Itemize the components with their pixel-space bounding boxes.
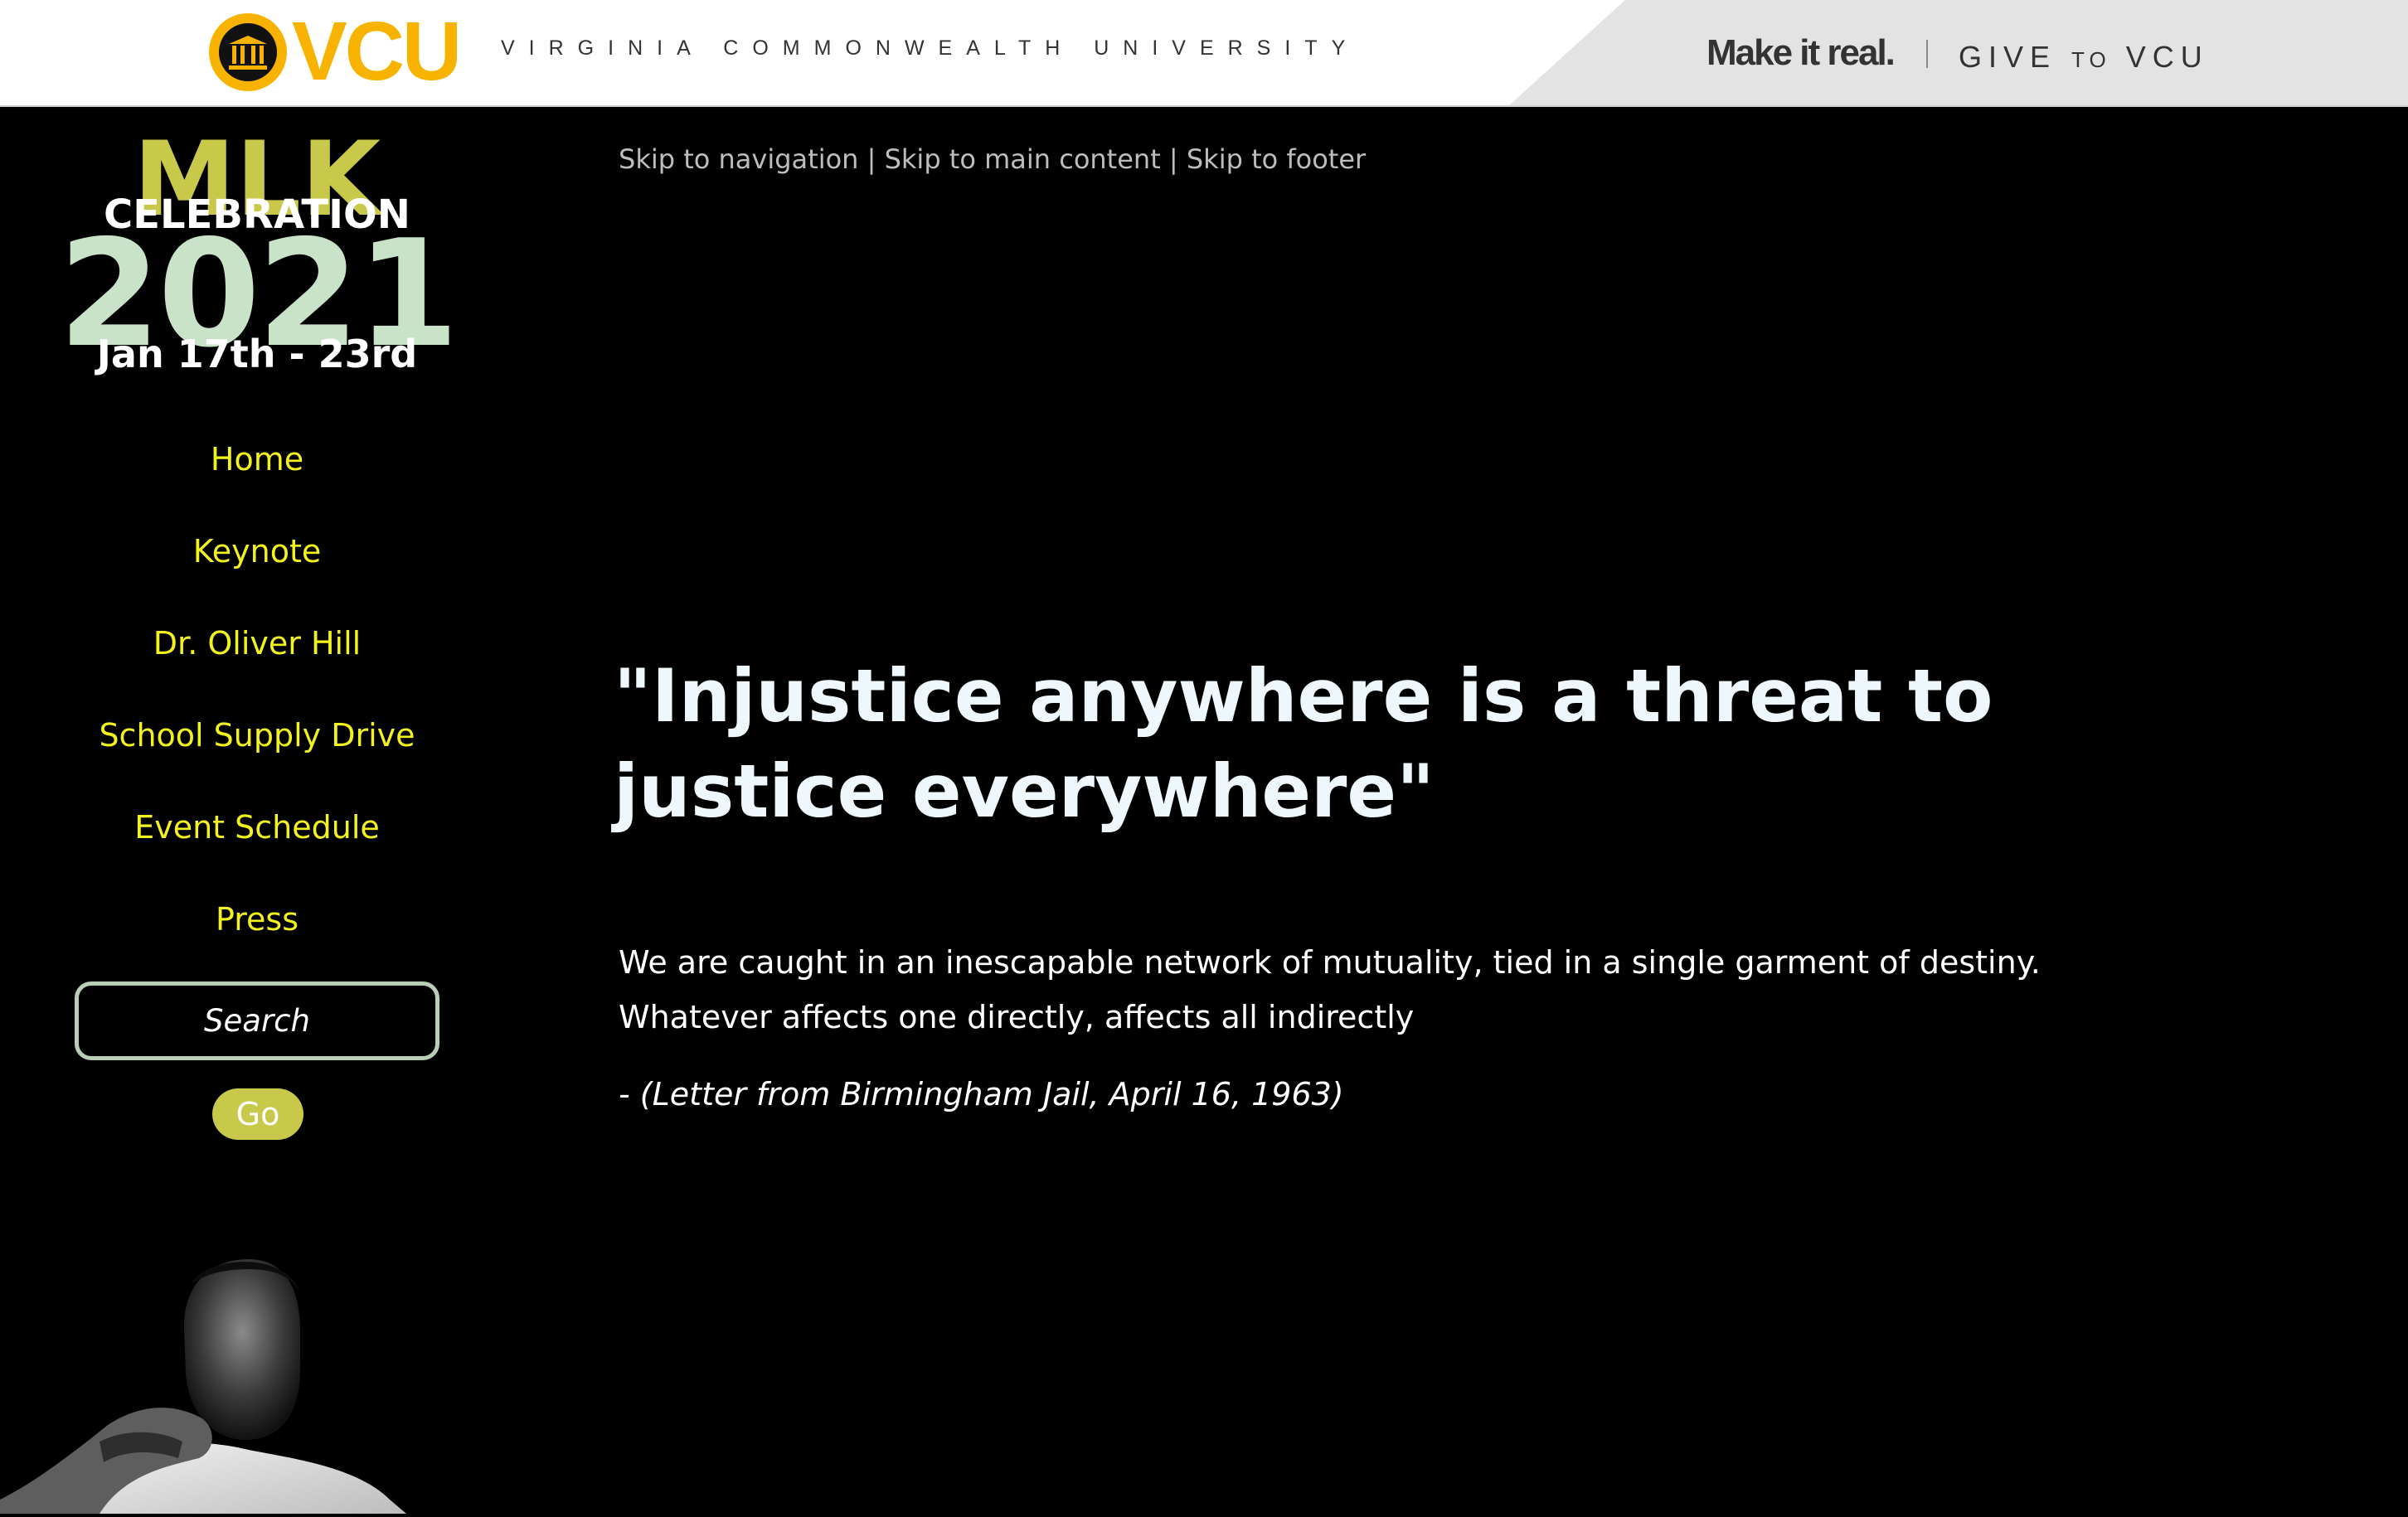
search-input[interactable] xyxy=(90,991,425,1051)
skip-to-navigation-link[interactable]: Skip to navigation xyxy=(619,143,858,175)
vcu-brand-bar: VCU VIRGINIA COMMONWEALTH UNIVERSITY Mak… xyxy=(0,0,2408,107)
skip-links: Skip to navigation | Skip to main conten… xyxy=(619,143,1366,175)
mlk-celebration-logo[interactable]: MLK 2021 CELEBRATION Jan 17th - 23rd xyxy=(0,107,514,389)
quote-body: We are caught in an inescapable network … xyxy=(619,944,2041,1035)
university-name: VIRGINIA COMMONWEALTH UNIVERSITY xyxy=(501,36,1360,60)
logo-celebration-text: CELEBRATION xyxy=(104,191,410,238)
quote-heading: "Injustice anywhere is a threat to justi… xyxy=(614,653,1993,834)
skip-separator: | xyxy=(1160,143,1187,175)
nav-item-oliver-hill[interactable]: Dr. Oliver Hill xyxy=(0,598,514,690)
skip-to-footer-link[interactable]: Skip to footer xyxy=(1187,143,1366,175)
sidebar-nav: Home Keynote Dr. Oliver Hill School Supp… xyxy=(0,414,514,966)
search-box xyxy=(75,981,439,1060)
nav-item-press[interactable]: Press xyxy=(0,874,514,966)
quote-source: - (Letter from Birmingham Jail, April 16… xyxy=(619,1076,1344,1112)
nav-item-school-supply-drive[interactable]: School Supply Drive xyxy=(0,690,514,782)
skip-separator: | xyxy=(858,143,885,175)
give-to-vcu-link[interactable]: GIVE TO VCU xyxy=(1959,40,2209,75)
skip-to-main-content-link[interactable]: Skip to main content xyxy=(885,143,1161,175)
nav-item-event-schedule[interactable]: Event Schedule xyxy=(0,782,514,874)
give-label: GIVE xyxy=(1959,40,2057,74)
sidebar: MLK 2021 CELEBRATION Jan 17th - 23rd Hom… xyxy=(0,107,514,1514)
make-it-real-tagline[interactable]: Make it real. xyxy=(1706,30,1896,76)
give-to-label: TO xyxy=(2071,47,2111,72)
go-button[interactable]: Go xyxy=(212,1088,303,1140)
mlk-portrait-image xyxy=(0,1251,514,1514)
divider xyxy=(1926,40,1928,68)
vcu-logo-link[interactable]: VCU xyxy=(292,3,462,99)
nav-item-home[interactable]: Home xyxy=(0,414,514,506)
nav-item-keynote[interactable]: Keynote xyxy=(0,506,514,598)
give-vcu-label: VCU xyxy=(2125,40,2209,74)
event-dates: Jan 17th - 23rd xyxy=(96,332,418,376)
vcu-seal-icon[interactable] xyxy=(209,13,287,91)
